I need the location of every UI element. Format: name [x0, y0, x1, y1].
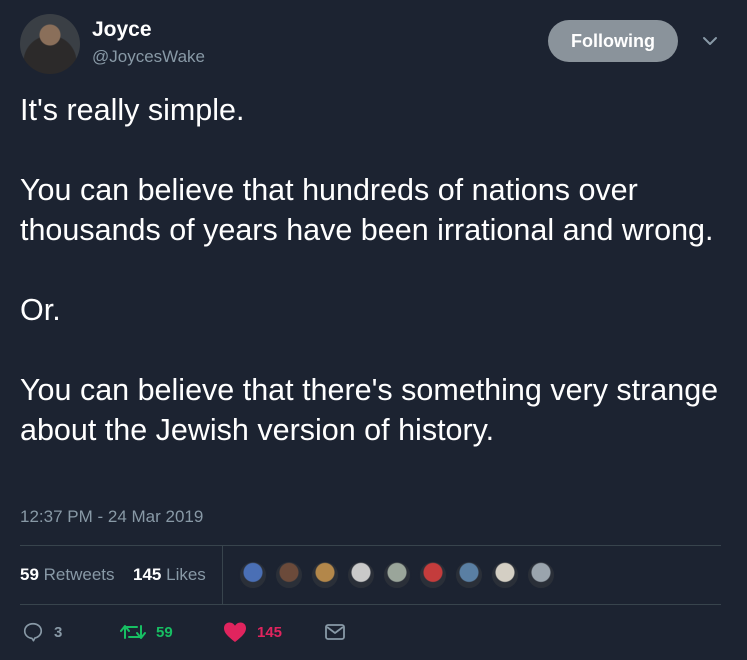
retweet-button[interactable]: 59 [120, 620, 173, 644]
reply-icon [23, 622, 43, 642]
tweet-header: Joyce @JoycesWake Following [20, 14, 727, 76]
direct-message-button[interactable] [324, 620, 346, 644]
likers-avatars [238, 560, 562, 590]
liker-avatar[interactable] [418, 560, 448, 590]
retweets-count: 59 [20, 565, 39, 584]
chevron-down-icon[interactable] [700, 34, 720, 48]
retweets-stat[interactable]: 59 Retweets [20, 565, 115, 585]
author-handle[interactable]: @JoycesWake [92, 47, 205, 67]
stats-separator [222, 546, 223, 604]
liker-avatar[interactable] [238, 560, 268, 590]
likes-count: 145 [133, 565, 162, 584]
tweet-actions: 3 59 145 [20, 618, 721, 648]
liker-avatar[interactable] [526, 560, 556, 590]
envelope-icon [325, 624, 345, 640]
liker-avatar[interactable] [490, 560, 520, 590]
liker-avatar[interactable] [346, 560, 376, 590]
reply-count: 3 [54, 623, 63, 641]
retweet-icon [120, 625, 146, 639]
heart-icon [224, 622, 246, 642]
retweets-label: Retweets [43, 565, 115, 584]
tweet-paragraph: Or. [20, 293, 61, 327]
liker-avatar[interactable] [454, 560, 484, 590]
liker-avatar[interactable] [310, 560, 340, 590]
liker-avatar[interactable] [274, 560, 304, 590]
tweet-paragraph: You can believe that there's something v… [20, 373, 719, 447]
tweet-stats: 59 Retweets 145 Likes [20, 546, 721, 604]
tweet-paragraph: It's really simple. [20, 93, 245, 127]
tweet-paragraph: You can believe that hundreds of nations… [20, 173, 714, 247]
like-count: 145 [257, 623, 283, 641]
retweet-count: 59 [156, 623, 173, 641]
divider [20, 604, 721, 605]
likes-label: Likes [166, 565, 206, 584]
tweet-text: It's really simple. You can believe that… [20, 90, 720, 450]
following-button[interactable]: Following [548, 20, 678, 62]
author-avatar[interactable] [20, 14, 80, 74]
reply-button[interactable]: 3 [22, 620, 62, 644]
tweet-timestamp[interactable]: 12:37 PM - 24 Mar 2019 [20, 507, 203, 527]
author-name[interactable]: Joyce [92, 18, 152, 42]
likes-stat[interactable]: 145 Likes [133, 565, 206, 585]
like-button[interactable]: 145 [223, 620, 282, 644]
liker-avatar[interactable] [382, 560, 412, 590]
